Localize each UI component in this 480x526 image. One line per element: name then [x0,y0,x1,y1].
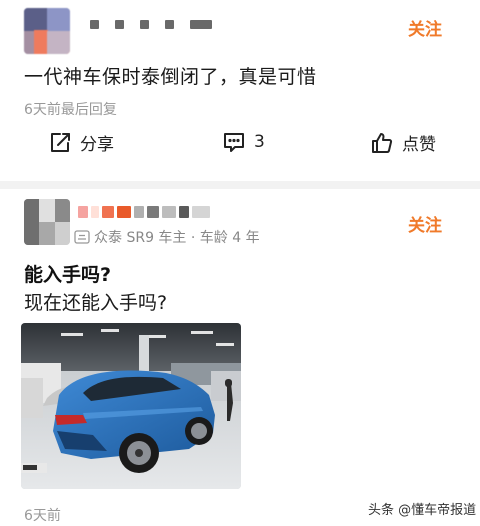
action-bar: 分享 3 点赞 [0,130,480,166]
reply-time: 6天前最后回复 [24,102,117,118]
owner-badge-text: 众泰 SR9 车主 · 车龄 4 年 [94,230,260,246]
post-body: 现在还能入手吗? [24,292,168,314]
post-title: 能入手吗? [24,264,112,286]
thumbs-up-icon [372,132,393,153]
follow-button[interactable]: 关注 [408,211,442,236]
reply-content: 一代神车保时泰倒闭了，真是可惜 [24,66,317,88]
comment-icon [224,133,244,152]
follow-button[interactable]: 关注 [408,15,442,40]
avatar[interactable] [24,199,70,245]
section-divider [0,181,480,189]
share-icon [51,132,70,152]
reply-card-2: 众泰 SR9 车主 · 车龄 4 年 关注 能入手吗? 现在还能入手吗? 6天前 [0,189,480,526]
share-button[interactable]: 分享 [48,130,114,155]
avatar[interactable] [24,8,70,54]
username-blurred[interactable] [90,20,212,29]
car-photo[interactable] [21,323,241,489]
comment-count: 3 [254,132,265,152]
comment-button[interactable]: 3 [222,130,265,154]
like-button[interactable]: 点赞 [370,130,436,155]
share-label: 分享 [80,135,114,155]
watermark: 头条 @懂车帝报道 [368,503,477,518]
like-label: 点赞 [402,135,436,155]
owner-badge: 众泰 SR9 车主 · 车龄 4 年 [74,227,260,247]
username-blurred[interactable] [78,206,210,218]
reply-card-1: 关注 一代神车保时泰倒闭了，真是可惜 6天前最后回复 分享 3 点赞 [0,0,480,185]
post-time: 6天前 [24,508,61,524]
car-owner-badge-icon [74,230,90,244]
car-photo-illustration [21,323,241,489]
